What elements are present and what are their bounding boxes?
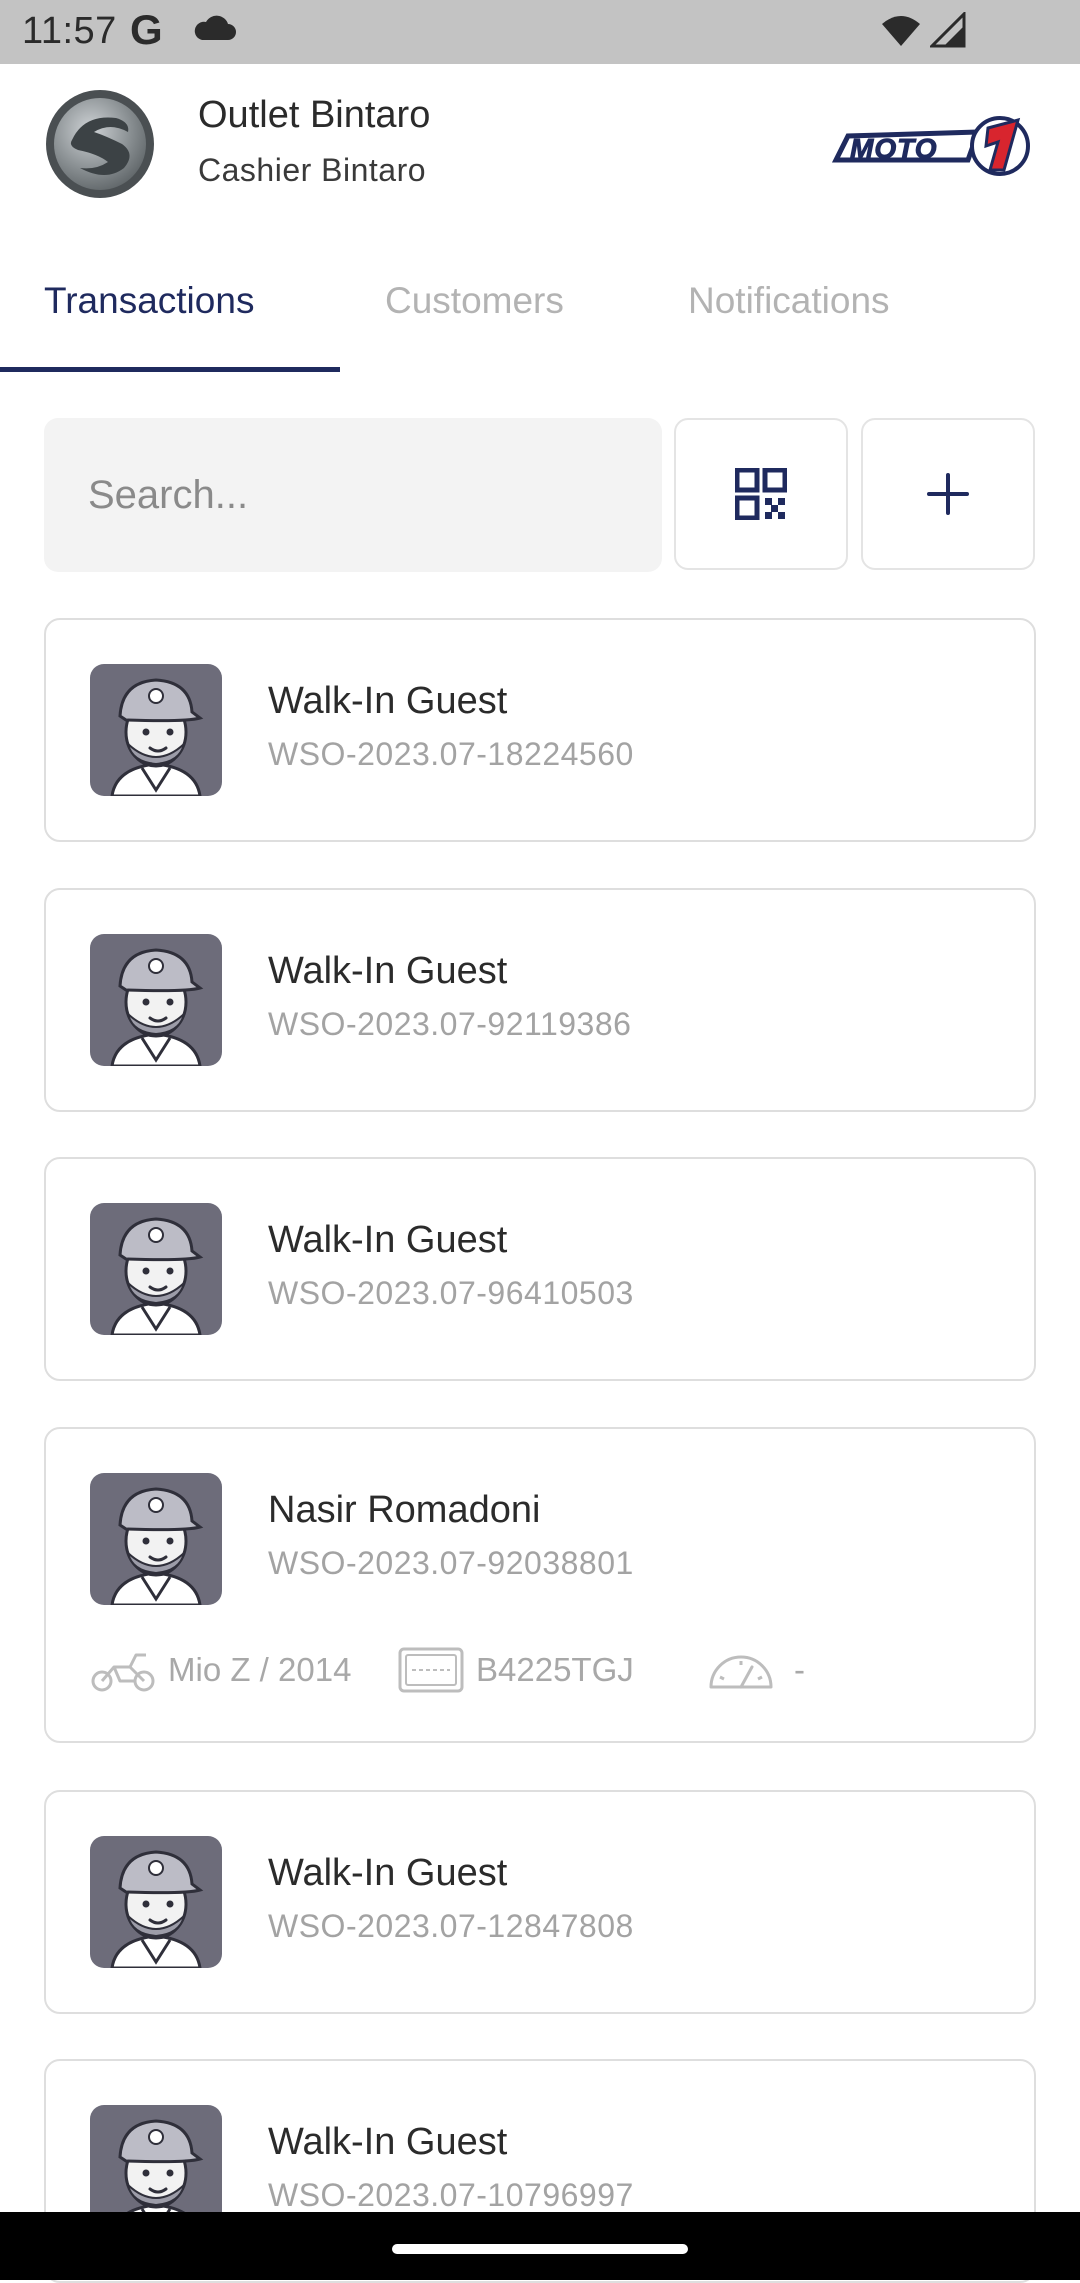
status-time: 11:57: [22, 10, 117, 52]
system-nav-bar: [0, 2212, 1080, 2280]
odometer-info: -: [706, 1647, 805, 1693]
customer-name: Walk-In Guest: [268, 2121, 508, 2163]
search-input[interactable]: [44, 418, 662, 572]
customer-name: Walk-In Guest: [268, 1219, 508, 1261]
qr-scan-button[interactable]: [674, 418, 848, 570]
tab-customers[interactable]: Customers: [385, 280, 564, 322]
outlet-name: Outlet Bintaro: [198, 94, 431, 136]
vehicle-info: Mio Z / 2014: [90, 1647, 351, 1693]
google-icon: G: [130, 6, 163, 53]
customer-name: Nasir Romadoni: [268, 1489, 541, 1531]
transaction-code: WSO-2023.07-10796997: [268, 2177, 634, 2213]
tab-transactions[interactable]: Transactions: [44, 280, 254, 322]
speedometer-icon: [709, 1655, 773, 1689]
transaction-card[interactable]: Walk-In Guest WSO-2023.07-96410503: [44, 1157, 1036, 1381]
customer-avatar: [90, 1836, 222, 1968]
customer-avatar: [90, 1203, 222, 1335]
outlet-logo: [44, 88, 156, 200]
customer-avatar: [90, 934, 222, 1066]
wifi-icon: [882, 16, 920, 46]
tab-notifications[interactable]: Notifications: [688, 280, 890, 322]
vehicle-model: Mio Z / 2014: [168, 1651, 352, 1688]
cloud-icon: [194, 15, 236, 41]
customer-avatar: [90, 1473, 222, 1605]
transaction-code: WSO-2023.07-92038801: [268, 1545, 634, 1581]
plate-number: B4225TGJ: [476, 1651, 634, 1688]
customer-avatar: [90, 664, 222, 796]
cell-signal-icon: [930, 12, 966, 48]
odometer-value: -: [794, 1651, 805, 1688]
status-bar: 11:57 G: [0, 0, 1080, 64]
plus-icon: [927, 473, 969, 515]
home-gesture-handle[interactable]: [392, 2244, 688, 2254]
transaction-code: WSO-2023.07-18224560: [268, 736, 634, 772]
transaction-card[interactable]: Walk-In Guest WSO-2023.07-92119386: [44, 888, 1036, 1112]
plate-info: B4225TGJ: [398, 1647, 634, 1693]
svg-text:MOTO: MOTO: [850, 133, 937, 164]
transaction-card[interactable]: Nasir Romadoni WSO-2023.07-92038801 Mio …: [44, 1427, 1036, 1743]
transaction-card[interactable]: Walk-In Guest WSO-2023.07-18224560: [44, 618, 1036, 842]
tab-bar: Transactions Customers Notifications: [0, 262, 1080, 374]
moto1-brand-logo: MOTO: [831, 116, 1030, 176]
cashier-name: Cashier Bintaro: [198, 152, 427, 188]
add-transaction-button[interactable]: [861, 418, 1035, 570]
motorcycle-icon: [91, 1653, 155, 1692]
customer-name: Walk-In Guest: [268, 680, 508, 722]
transaction-code: WSO-2023.07-12847808: [268, 1908, 634, 1944]
transaction-code: WSO-2023.07-92119386: [268, 1006, 632, 1042]
qr-code-icon: [735, 468, 787, 520]
transaction-card[interactable]: Walk-In Guest WSO-2023.07-12847808: [44, 1790, 1036, 2014]
transaction-code: WSO-2023.07-96410503: [268, 1275, 634, 1311]
customer-name: Walk-In Guest: [268, 1852, 508, 1894]
license-plate-icon: [398, 1647, 464, 1693]
customer-name: Walk-In Guest: [268, 950, 508, 992]
active-tab-indicator: [0, 367, 340, 372]
